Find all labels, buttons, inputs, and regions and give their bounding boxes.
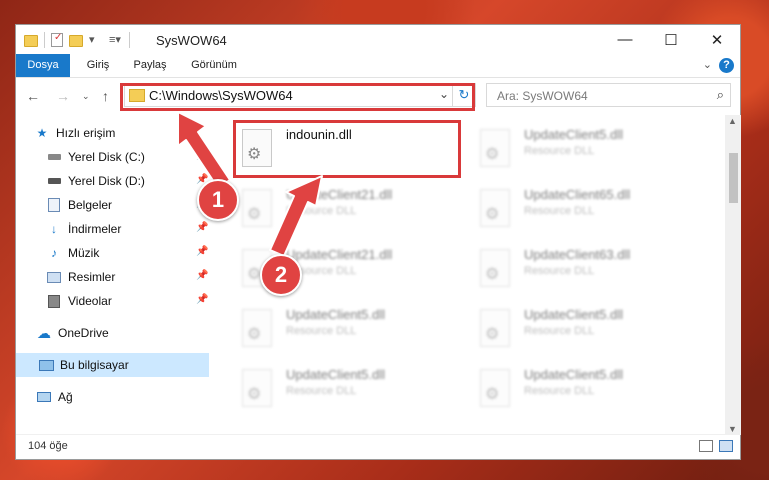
arrow-1 <box>177 111 231 189</box>
callout-arrows <box>177 111 323 257</box>
arrow-2 <box>269 175 323 257</box>
callout-2: 2 <box>260 254 302 296</box>
callout-1: 1 <box>197 179 239 221</box>
